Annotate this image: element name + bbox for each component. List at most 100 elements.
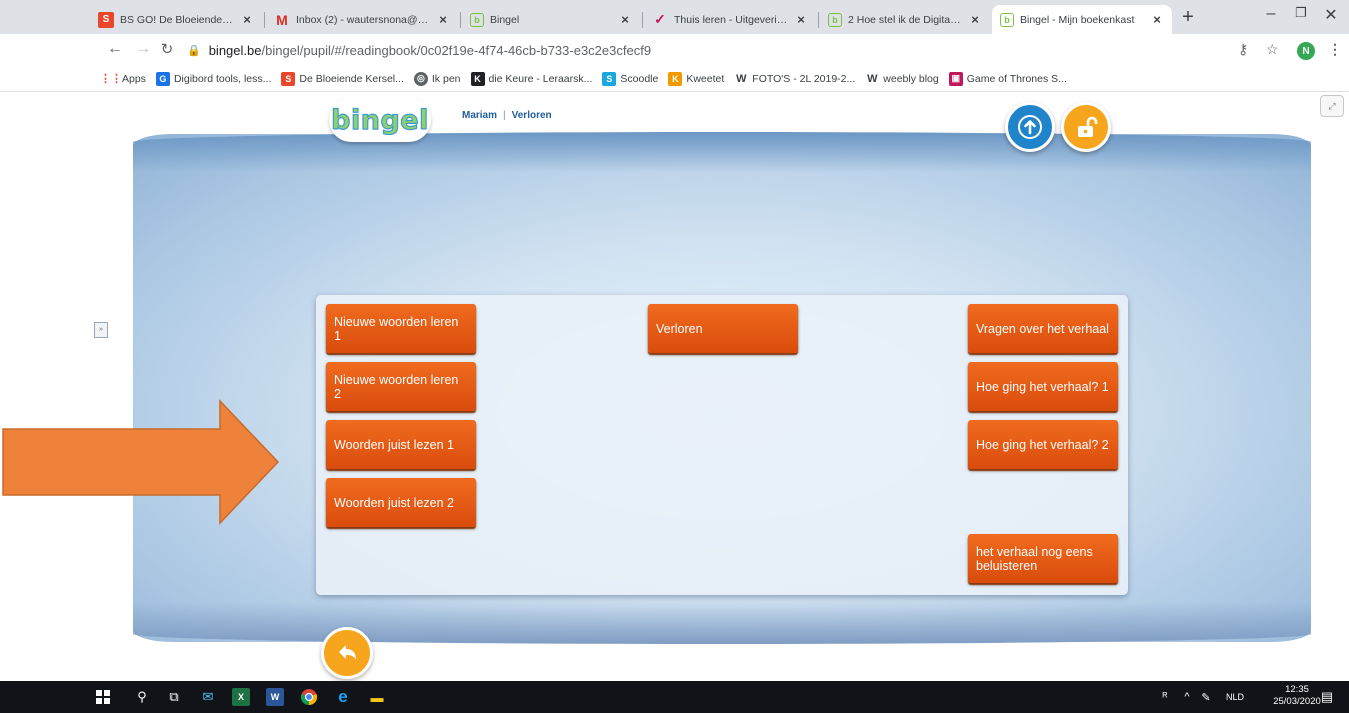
tab-divider [642,12,643,28]
bingel-logo[interactable]: bingel [329,98,431,142]
back-button[interactable] [321,627,373,679]
tab-title: Inbox (2) - wautersnona@gm [296,13,430,26]
tab-divider [460,12,461,28]
page-content: bingel Mariam | Verloren ⤢ » Nieuwe woorde… [0,92,1349,681]
system-clock[interactable]: 12:35 25/03/2020 [1269,684,1325,708]
tab-divider [818,12,819,28]
tab-title: BS GO! De Bloeiende Kersela [120,13,234,26]
clock-time: 12:35 [1285,684,1309,695]
close-tab-icon[interactable]: × [794,12,808,27]
chrome-icon[interactable] [300,688,318,706]
lock-icon: 🔒 [187,44,201,57]
browser-tab[interactable]: b 2 Hoe stel ik de Digitale boe × [820,5,990,34]
chevron-up-icon[interactable]: ^ [1178,688,1196,706]
weebly-icon: W [867,72,878,85]
windows-taskbar: ⚲ ⧉ ✉ X W e ▬ ᴿ ^ ✎ NLD 12:35 25/03/2020… [0,681,1349,713]
activity-button[interactable]: Nieuwe woorden leren 2 [326,362,476,411]
word-icon[interactable]: W [266,688,284,706]
tab-title: Bingel - Mijn boekenkast [1020,13,1135,26]
mail-app-icon[interactable]: ✉ [199,688,217,706]
address-bar[interactable]: 🔒 bingel.be/bingel/pupil/#/readingbook/0… [187,38,1227,62]
s-logo-icon: S [98,11,114,28]
close-window-icon[interactable]: ✕ [1316,5,1346,25]
windows-start-icon[interactable] [94,688,112,706]
url-path: /bingel/pupil/#/readingbook/0c02f19e-4f7… [261,42,652,58]
excel-icon[interactable]: X [232,688,250,706]
activity-button[interactable]: Nieuwe woorden leren 1 [326,304,476,353]
forward-arrow-icon[interactable]: → [134,40,152,58]
close-tab-icon[interactable]: × [436,12,450,27]
story-button[interactable]: Verloren [648,304,798,353]
bookmark-item[interactable]: S De Bloeiende Kersel... [281,71,404,86]
language-indicator[interactable]: NLD [1222,688,1248,706]
bookmark-label: De Bloeiende Kersel... [299,72,404,85]
unlock-icon [1078,116,1098,137]
activity-button[interactable]: Woorden juist lezen 1 [326,420,476,469]
bookmark-label: Digibord tools, less... [173,72,272,85]
reload-icon[interactable]: ↻ [158,40,176,58]
bookmark-item[interactable]: W FOTO'S - 2L 2019-2... [734,72,855,86]
activity-button[interactable]: Woorden juist lezen 2 [326,478,476,527]
close-tab-icon[interactable]: × [1150,12,1164,27]
tab-divider [264,12,265,28]
activity-button[interactable]: Vragen over het verhaal [968,304,1118,353]
bookmark-item[interactable]: K die Keure - Leraarsk... [470,71,592,86]
bookmark-item[interactable]: ▣ Game of Thrones S... [948,71,1067,86]
apps-grid-icon: ⋮⋮ [100,73,122,85]
browser-tab[interactable]: M Inbox (2) - wautersnona@gm × [266,5,458,34]
restore-icon[interactable]: ❐ [1286,5,1316,21]
bookmark-item[interactable]: S Scoodle [602,71,659,86]
menu-dots-icon[interactable]: ⋮ [1328,41,1342,58]
upload-button[interactable] [1005,102,1055,152]
listen-again-button[interactable]: het verhaal nog eens beluisteren [968,534,1118,583]
activity-button[interactable]: Hoe ging het verhaal? 2 [968,420,1118,469]
undo-arrow-icon [339,645,356,660]
tab-title: Bingel [490,13,520,26]
browser-tab[interactable]: S BS GO! De Bloeiende Kersela × [90,5,262,34]
keure-icon: K [470,71,485,86]
internet-explorer-icon[interactable]: e [334,687,352,706]
new-tab-button[interactable]: + [1177,6,1199,29]
back-arrow-icon[interactable]: ← [106,40,124,58]
browser-tab[interactable]: ✓ Thuis leren - Uitgeverij VAN × [644,5,816,34]
activity-button[interactable]: Hoe ging het verhaal? 1 [968,362,1118,411]
s-logo-icon: S [281,71,296,86]
bookmark-label: weebly blog [883,72,939,85]
bookmark-item[interactable]: K Kweetet [668,71,724,86]
bookmark-item[interactable]: ◎ Ik pen [413,71,461,86]
browser-tab[interactable]: b Bingel × [462,5,640,34]
bingel-icon: b [470,12,484,27]
task-view-icon[interactable]: ⧉ [165,688,183,706]
activities-panel: Nieuwe woorden leren 1 Nieuwe woorden le… [316,295,1128,595]
minimize-icon[interactable]: – [1256,5,1286,23]
pen-icon[interactable]: ✎ [1197,688,1215,706]
background-band [133,132,1311,172]
fullscreen-icon[interactable]: ⤢ [1320,95,1344,117]
checkmark-icon: ✓ [654,11,666,27]
profile-avatar[interactable]: N [1297,42,1315,60]
search-icon[interactable]: ⚲ [133,688,151,706]
breadcrumb-book[interactable]: Verloren [512,110,552,121]
globe-icon: ◎ [413,71,428,86]
bookmark-item[interactable]: W weebly blog [865,72,939,86]
bookmark-item[interactable]: G Digibord tools, less... [155,71,272,86]
notification-icon[interactable]: ▤ [1318,688,1336,706]
close-tab-icon[interactable]: × [240,12,254,27]
bookmark-apps[interactable]: ⋮⋮ Apps [100,72,146,86]
gmail-icon: M [276,11,288,28]
bookmark-label: Scoodle [620,72,659,85]
people-icon[interactable]: ᴿ [1156,688,1174,706]
side-panel-handle[interactable]: » [94,322,108,338]
file-explorer-icon[interactable]: ▬ [368,688,386,706]
bookmark-label: Apps [122,72,146,85]
close-tab-icon[interactable]: × [618,12,632,27]
orange-arrow-annotation [2,399,280,525]
breadcrumb-user[interactable]: Mariam [462,110,497,121]
browser-tab-active[interactable]: b Bingel - Mijn boekenkast × [992,5,1172,34]
key-icon[interactable]: ⚷ [1238,41,1248,58]
background-band [133,602,1311,644]
unlock-button[interactable] [1061,102,1111,152]
star-icon[interactable]: ☆ [1266,41,1279,58]
bookmark-label: FOTO'S - 2L 2019-2... [752,72,856,85]
close-tab-icon[interactable]: × [968,12,982,27]
